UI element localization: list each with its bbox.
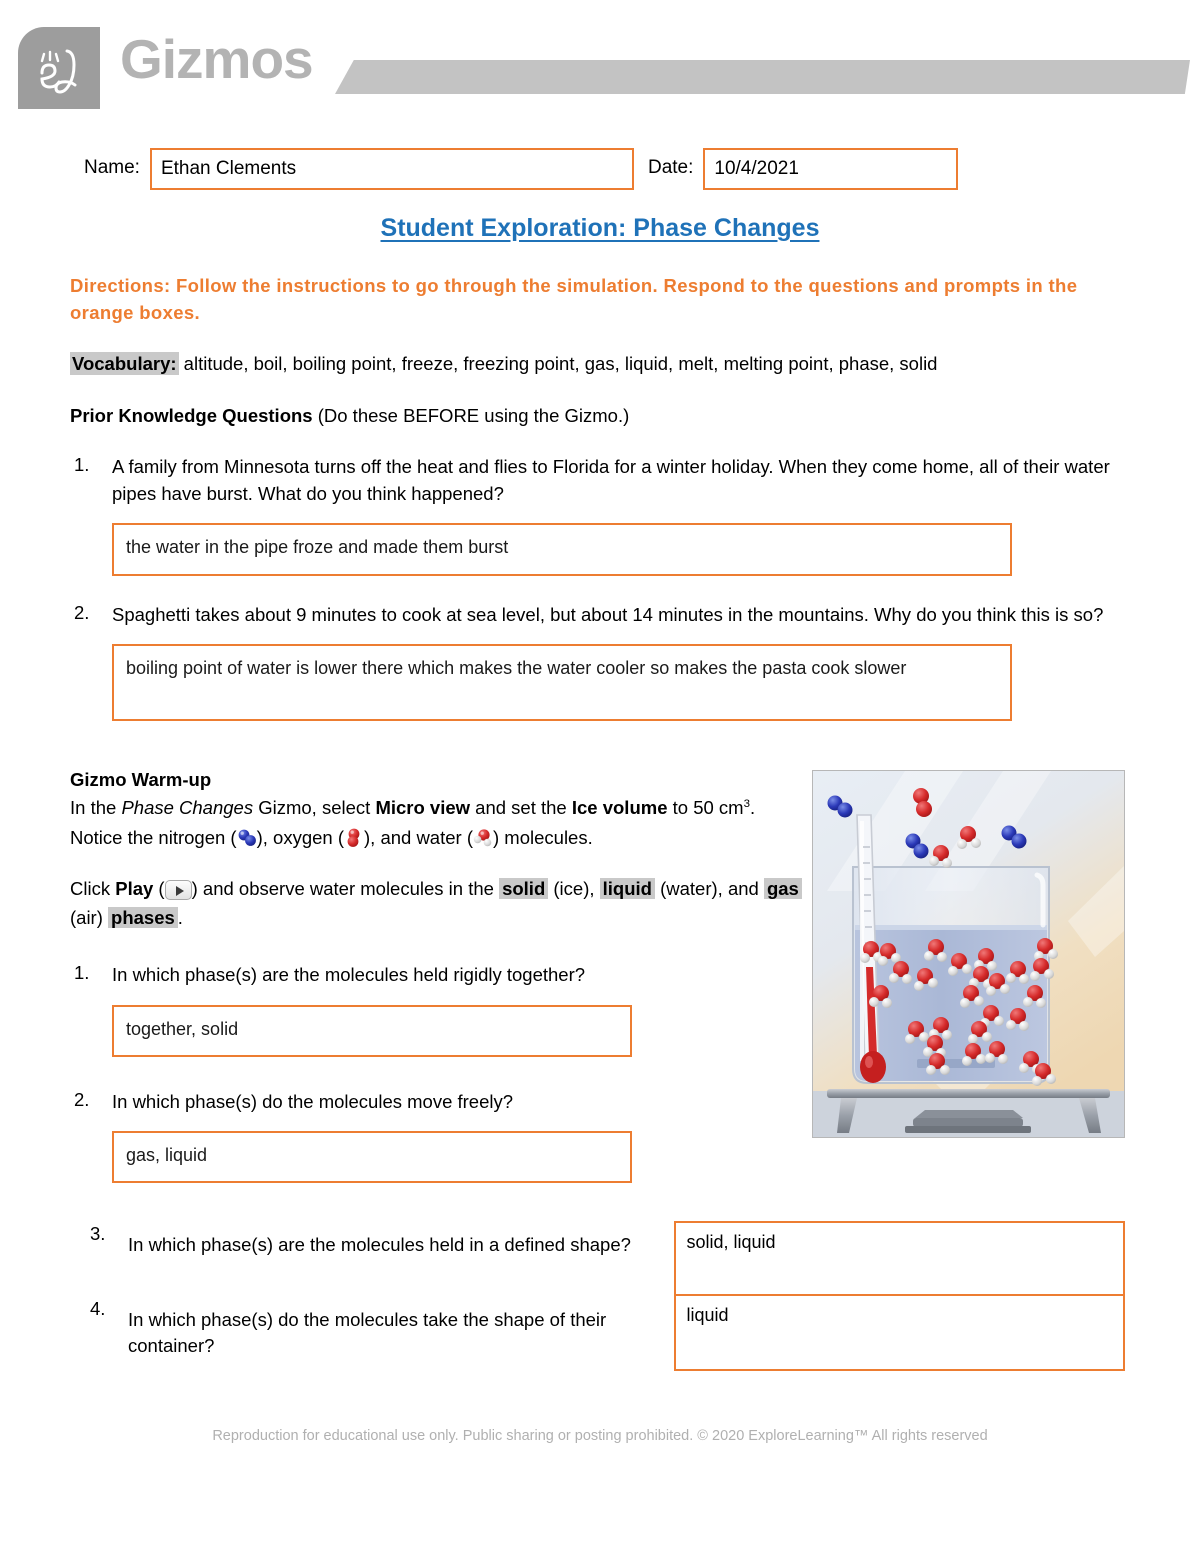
vocabulary-terms: altitude, boil, boiling point, freeze, f… [178, 352, 938, 374]
question-text: In which phase(s) do the molecules move … [112, 1090, 514, 1112]
warmup-p1-a: In the [70, 797, 122, 819]
question-text: In which phase(s) are the molecules held… [112, 964, 586, 986]
gizmo-name: Phase Changes [121, 797, 254, 819]
question-number: 2. [74, 601, 90, 623]
warmup-p2-g: . [177, 907, 183, 929]
warmup-p2-f: (air) [70, 907, 109, 929]
vocabulary-label: Vocabulary: [70, 351, 179, 375]
page-header: Gizmos [0, 0, 1200, 122]
prior-knowledge-title: Prior Knowledge Questions [70, 404, 313, 426]
directions-text: Directions: Follow the instructions to g… [70, 275, 1078, 323]
page-title-text: Student Exploration: Phase Changes [380, 214, 820, 242]
name-date-row: Name: Ethan Clements Date: 10/4/2021 [0, 148, 1200, 190]
warmup-p2-d: (ice), [548, 878, 600, 900]
micro-view-term: Micro view [375, 797, 471, 819]
warmup-p2-a: Click [70, 878, 116, 900]
answer-box[interactable]: together, solid [112, 1004, 632, 1057]
warmup-p2-b: ( [153, 878, 165, 900]
warmup-p2-e: (water), and [654, 878, 764, 900]
warmup-questions: 1. In which phase(s) are the molecules h… [70, 962, 805, 1183]
answer-box[interactable]: solid, liquid [673, 1221, 1125, 1296]
prior-knowledge-heading: Prior Knowledge Questions (Do these BEFO… [70, 403, 1125, 429]
gas-term: gas [763, 878, 802, 900]
question-number: 1. [74, 962, 90, 984]
question-item: 2. In which phase(s) do the molecules mo… [70, 1089, 805, 1183]
warmup-p1-c: and set the [470, 797, 572, 819]
question-item: 1. A family from Minnesota turns off the… [70, 454, 1125, 576]
warmup-p1-h: ) molecules. [493, 827, 593, 849]
question-number: 3. [90, 1223, 106, 1244]
question-item: 4. In which phase(s) do the molecules ta… [82, 1296, 674, 1371]
el-script-logo-icon [18, 27, 100, 109]
phases-term: phases [108, 907, 178, 929]
answer-box[interactable]: gas, liquid [112, 1131, 632, 1183]
warmup-paragraph-1: In the Phase Changes Gizmo, select Micro… [70, 793, 805, 853]
warmup-p1-g: ), and water ( [364, 827, 473, 849]
page-title: Student Exploration: Phase Changes [0, 214, 1200, 243]
warmup-p2-c: ) and observe water molecules in the [191, 878, 500, 900]
answer-box[interactable]: liquid [673, 1296, 1125, 1371]
question-number: 4. [90, 1298, 106, 1319]
split-question-block: 3. In which phase(s) are the molecules h… [70, 1221, 1125, 1371]
play-button-icon[interactable] [164, 880, 192, 901]
date-label: Date: [647, 157, 694, 178]
vocabulary-line: Vocabulary: altitude, boil, boiling poin… [70, 351, 1125, 377]
header-banner-bar [335, 60, 1190, 94]
answer-box[interactable]: the water in the pipe froze and made the… [112, 522, 1012, 576]
answer-box[interactable]: boiling point of water is lower there wh… [112, 644, 1012, 722]
question-text: Spaghetti takes about 9 minutes to cook … [112, 603, 1104, 625]
question-text: In which phase(s) do the molecules take … [128, 1309, 607, 1357]
warmup-p1-d: to 50 cm [667, 797, 744, 819]
question-item: 3. In which phase(s) are the molecules h… [82, 1221, 674, 1296]
ice-volume-term: Ice volume [571, 797, 668, 819]
prior-knowledge-note: (Do these BEFORE using the Gizmo.) [312, 404, 630, 426]
warmup-paragraph-2: Click Play ( ) and observe water molecule… [70, 874, 805, 932]
warmup-p1-f: ), oxygen ( [256, 827, 344, 849]
name-field[interactable]: Ethan Clements [149, 148, 634, 190]
name-value: Ethan Clements [160, 158, 297, 179]
page-footer: Reproduction for educational use only. P… [212, 1428, 988, 1444]
date-value: 10/4/2021 [714, 158, 799, 179]
prior-knowledge-questions: 1. A family from Minnesota turns off the… [70, 454, 1125, 722]
oxygen-molecule-icon [344, 827, 364, 847]
question-item: 2. Spaghetti takes about 9 minutes to co… [70, 601, 1125, 722]
date-field[interactable]: 10/4/2021 [703, 148, 959, 190]
name-label: Name: [84, 157, 140, 178]
question-number: 2. [74, 1088, 90, 1110]
water-molecule-icon [473, 827, 493, 847]
question-item: 1. In which phase(s) are the molecules h… [70, 962, 805, 1057]
gizmo-warmup-section: Gizmo Warm-up In the Phase Changes Gizmo… [70, 767, 1125, 1183]
solid-term: solid [499, 878, 549, 900]
warmup-p1-b: Gizmo, select [253, 797, 376, 819]
play-term: Play [115, 878, 154, 900]
question-text: A family from Minnesota turns off the he… [112, 456, 1110, 504]
warmup-heading: Gizmo Warm-up [70, 769, 212, 791]
question-number: 1. [74, 454, 90, 476]
simulation-illustration [812, 770, 1125, 1139]
brand-title: Gizmos [120, 28, 314, 90]
document-body: Name: Ethan Clements Date: 10/4/2021 Stu… [0, 122, 1200, 1371]
nitrogen-molecule-icon [237, 827, 257, 847]
question-text: In which phase(s) are the molecules held… [128, 1234, 631, 1255]
liquid-term: liquid [599, 878, 655, 900]
